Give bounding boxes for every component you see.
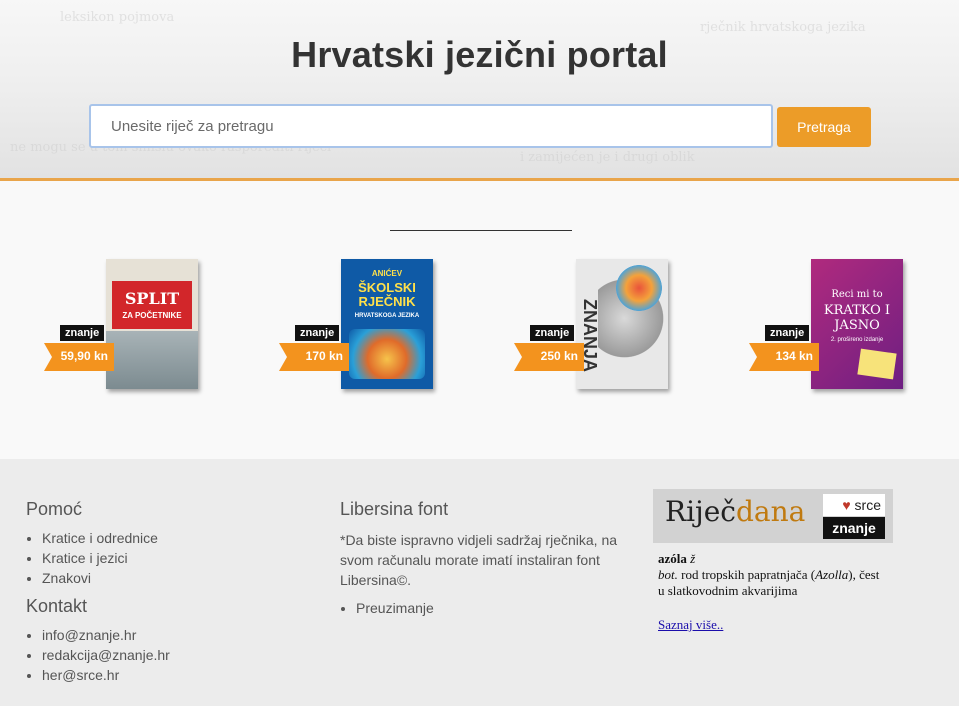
word-of-day-definition-1: rod tropskih papratnjača ( <box>681 567 816 582</box>
help-link-kratice-jezici[interactable]: Kratice i jezici <box>42 548 170 568</box>
znanje-logo: znanje <box>823 517 885 539</box>
book-cover-author: ANIĆEV <box>371 269 403 278</box>
book-promo-split[interactable]: SPLIT ZA POČETNIKE 59,90 kn znanje <box>44 259 198 399</box>
price-ribbon: 134 kn <box>749 343 819 371</box>
znanje-badge: znanje <box>765 325 810 341</box>
word-of-day-banner: Riječdana ♥ srce znanje <box>653 489 893 543</box>
contact-email-info[interactable]: info@znanje.hr <box>42 625 170 645</box>
page-footer: Pomoć Kratice i odrednice Kratice i jezi… <box>0 459 959 706</box>
book-cover-title: SPLIT <box>124 289 180 308</box>
book-cover-title: KRATKO I JASNO <box>823 303 891 333</box>
book-cover-subtitle: HRVATSKOGA JEZIKA <box>354 313 420 319</box>
book-promotions: SPLIT ZA POČETNIKE 59,90 kn znanje ANIĆE… <box>0 181 959 459</box>
word-of-day-field: bot. <box>658 567 678 582</box>
word-of-day-more-link[interactable]: Saznaj više.. <box>658 617 723 633</box>
page-title: Hrvatski jezični portal <box>291 34 668 75</box>
help-list: Kratice i odrednice Kratice i jezici Zna… <box>26 528 170 588</box>
book-promo-znanja[interactable]: ZNANJA 250 kn znanje <box>514 259 668 399</box>
word-of-day-entry: azóla ž bot. rod tropskih papratnjača (A… <box>653 543 893 633</box>
font-text: *Da biste ispravno vidjeli sadržaj rječn… <box>340 532 618 588</box>
contact-heading: Kontakt <box>26 596 88 616</box>
section-divider <box>390 230 572 231</box>
contact-list: info@znanje.hr redakcija@znanje.hr her@s… <box>26 625 170 685</box>
search-input[interactable] <box>89 104 773 148</box>
contact-email-redakcija[interactable]: redakcija@znanje.hr <box>42 645 170 665</box>
help-link-kratice-odrednice[interactable]: Kratice i odrednice <box>42 528 170 548</box>
book-cover-subtitle: ZA POČETNIKE <box>122 311 182 320</box>
book-promo-kratko-i-jasno[interactable]: Reci mi to KRATKO I JASNO 2. prošireno i… <box>749 259 903 399</box>
book-cover[interactable]: Reci mi to KRATKO I JASNO 2. prošireno i… <box>811 259 903 389</box>
znanje-badge: znanje <box>295 325 340 341</box>
font-list: Preuzimanje <box>340 598 630 618</box>
book-price: 250 kn <box>540 349 578 363</box>
znanje-badge: znanje <box>60 325 105 341</box>
help-section: Pomoć Kratice i odrednice Kratice i jezi… <box>26 499 170 685</box>
srce-logo: ♥ srce <box>823 494 885 516</box>
font-heading: Libersina font <box>340 499 449 519</box>
book-cover[interactable]: ZNANJA <box>576 259 668 389</box>
word-of-day-headword: azóla <box>658 551 687 566</box>
book-price: 59,90 kn <box>60 349 108 363</box>
help-link-znakovi[interactable]: Znakovi <box>42 568 170 588</box>
font-section: Libersina font *Da biste ispravno vidjel… <box>340 499 630 618</box>
price-ribbon: 250 kn <box>514 343 584 371</box>
contact-email-her[interactable]: her@srce.hr <box>42 665 170 685</box>
page-header: ne mogu se u tom smislu ovako rasporedit… <box>0 0 959 178</box>
search-button[interactable]: Pretraga <box>777 107 871 147</box>
word-of-the-day: Riječdana ♥ srce znanje azóla ž bot. rod… <box>653 489 893 633</box>
heart-icon: ♥ <box>842 497 855 513</box>
word-of-day-latin: Azolla <box>815 567 849 582</box>
book-cover[interactable]: ANIĆEV ŠKOLSKI RJEČNIK HRVATSKOGA JEZIKA <box>341 259 433 389</box>
word-of-day-gender: ž <box>690 551 696 566</box>
word-of-day-logo: Riječdana <box>665 495 806 528</box>
font-download-link[interactable]: Preuzimanje <box>356 598 630 618</box>
book-price: 134 kn <box>775 349 813 363</box>
book-promo-skolski-rjecnik[interactable]: ANIĆEV ŠKOLSKI RJEČNIK HRVATSKOGA JEZIKA… <box>279 259 433 399</box>
help-heading: Pomoć <box>26 499 83 519</box>
book-cover-title: ŠKOLSKI RJEČNIK <box>358 280 416 309</box>
book-cover-subtitle: 2. prošireno izdanje <box>830 337 884 343</box>
znanje-badge: znanje <box>530 325 575 341</box>
book-cover[interactable]: SPLIT ZA POČETNIKE <box>106 259 198 389</box>
book-price: 170 kn <box>305 349 343 363</box>
price-ribbon: 59,90 kn <box>44 343 114 371</box>
price-ribbon: 170 kn <box>279 343 349 371</box>
book-cover-pretitle: Reci mi to <box>831 289 883 300</box>
